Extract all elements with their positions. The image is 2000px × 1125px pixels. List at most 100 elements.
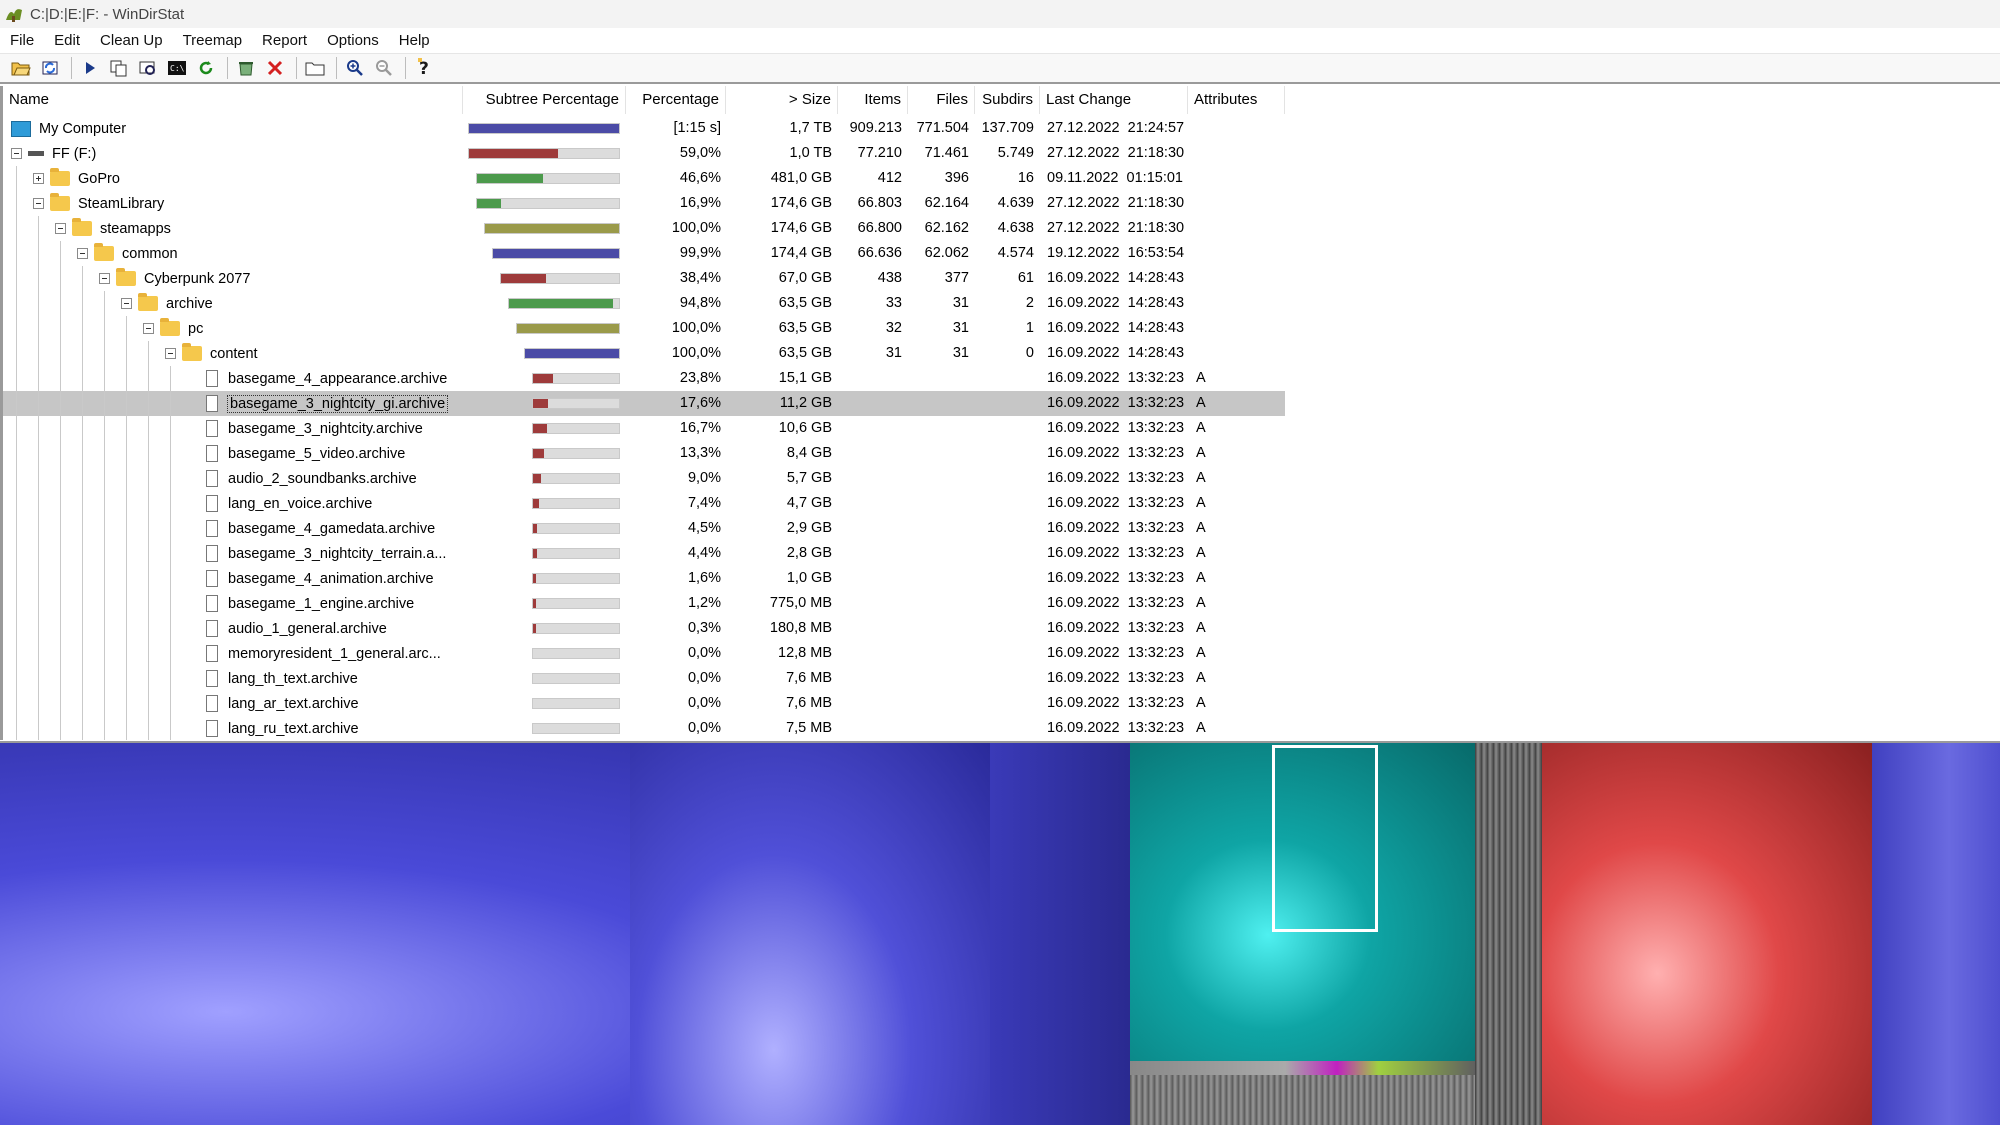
subdirs-cell [975,391,1034,416]
name-cell: archive [121,291,213,316]
attributes-cell [1196,241,1276,266]
subtree-percentage-bar [524,348,620,359]
table-row[interactable]: archive 94,8% 63,5 GB 33 31 2 16.09.2022 14:28… [3,291,1285,316]
menu-options[interactable]: Options [317,28,389,53]
drive-icon [28,151,44,156]
table-row[interactable]: FF (F:) 59,0% 1,0 TB 77.210 71.461 5.749 27.12… [3,141,1285,166]
delete-icon[interactable] [262,55,288,81]
subtree-percentage-fill [533,574,536,583]
tree-guide-line [82,266,83,740]
column-header-last-change[interactable]: Last Change [1040,86,1188,114]
table-row[interactable]: content 100,0% 63,5 GB 31 31 0 16.09.2022 14:2… [3,341,1285,366]
help-icon[interactable]: ? [411,55,437,81]
subtree-percentage-fill [533,599,536,608]
name-cell: basegame_4_gamedata.archive [187,516,435,541]
subdirs-cell: 0 [1025,345,1034,361]
percentage-cell: 59,0% [679,145,721,161]
subtree-percentage-bar [476,173,620,184]
table-row[interactable]: lang_ar_text.archive 0,0% 7,6 MB 16.09.2022… [3,691,1285,716]
menu-help[interactable]: Help [389,28,440,53]
collapse-icon[interactable] [33,198,44,209]
table-row[interactable]: memoryresident_1_general.arc... 0,0% 12,8 … [3,641,1285,666]
folder-icon [138,293,158,311]
table-row[interactable]: pc 100,0% 63,5 GB 32 31 1 16.09.2022 14:28:43 [3,316,1285,341]
treemap[interactable] [0,741,2000,1125]
folder-icon [160,318,180,336]
column-header-subtree-percentage[interactable]: Subtree Percentage [463,86,626,114]
table-row[interactable]: audio_2_soundbanks.archive 9,0% 5,7 GB 16.0… [3,466,1285,491]
table-row[interactable]: lang_en_voice.archive 7,4% 4,7 GB 16.09.202… [3,491,1285,516]
recycle-icon[interactable] [233,55,259,81]
new-folder-icon[interactable] [302,55,328,81]
items-cell [838,441,902,466]
size-cell: 174,4 GB [770,245,832,261]
column-header-size[interactable]: > Size [726,86,838,114]
collapse-icon[interactable] [121,298,132,309]
table-row[interactable]: GoPro 46,6% 481,0 GB 412 396 16 09.11.2022 01:… [3,166,1285,191]
open-icon[interactable] [8,55,34,81]
treemap-blue-region-2[interactable] [630,743,990,1125]
table-row[interactable]: common 99,9% 174,4 GB 66.636 62.062 4.574 19.1… [3,241,1285,266]
table-row[interactable]: basegame_4_animation.archive 1,6% 1,0 GB 16… [3,566,1285,591]
expand-icon[interactable] [33,173,44,184]
treemap-red-region[interactable] [1542,743,1872,1125]
column-header-items[interactable]: Items [838,86,908,114]
explorer-icon[interactable] [135,55,161,81]
play-icon[interactable] [77,55,103,81]
table-row[interactable]: lang_ru_text.archive 0,0% 7,5 MB 16.09.2022… [3,716,1285,740]
column-header-percentage[interactable]: Percentage [626,86,726,114]
collapse-icon[interactable] [165,348,176,359]
collapse-icon[interactable] [11,148,22,159]
menu-treemap[interactable]: Treemap [173,28,252,53]
table-row[interactable]: basegame_3_nightcity.archive 16,7% 10,6 GB… [3,416,1285,441]
subtree-percentage-fill [533,624,536,633]
treemap-blue-right-region[interactable] [1872,743,2000,1125]
table-row[interactable]: lang_th_text.archive 0,0% 7,6 MB 16.09.2022… [3,666,1285,691]
subtree-percentage-bar [532,373,620,384]
treemap-gray-bottom[interactable] [1130,1075,1475,1125]
zoom-out-icon[interactable] [371,55,397,81]
column-header-files[interactable]: Files [908,86,975,114]
table-row[interactable]: basegame_3_nightcity_gi.archive 17,6% 11,2… [3,391,1285,416]
collapse-icon[interactable] [99,273,110,284]
files-cell: 771.504 [916,120,969,136]
menu-edit[interactable]: Edit [44,28,90,53]
name-cell: SteamLibrary [33,191,164,216]
treemap-gray-region[interactable] [1475,743,1542,1125]
collapse-icon[interactable] [143,323,154,334]
column-header-subdirs[interactable]: Subdirs [975,86,1040,114]
last-change-cell: 16.09.2022 13:32:23 [1047,395,1185,411]
table-row[interactable]: basegame_3_nightcity_terrain.a... 4,4% 2,8… [3,541,1285,566]
table-row[interactable]: basegame_4_gamedata.archive 4,5% 2,9 GB 16.… [3,516,1285,541]
menu-file[interactable]: File [0,28,44,53]
subtree-percentage-bar [532,398,620,409]
zoom-in-icon[interactable] [342,55,368,81]
refresh-all-icon[interactable] [37,55,63,81]
table-row[interactable]: basegame_5_video.archive 13,3% 8,4 GB 16.09… [3,441,1285,466]
size-cell: 63,5 GB [778,345,832,361]
column-header-name[interactable]: Name [3,86,463,114]
item-name: steamapps [100,220,171,237]
copy-path-icon[interactable] [106,55,132,81]
table-row[interactable]: steamapps 100,0% 174,6 GB 66.800 62.162 4.638… [3,216,1285,241]
collapse-icon[interactable] [77,248,88,259]
menu-report[interactable]: Report [252,28,317,53]
refresh-icon[interactable] [193,55,219,81]
table-row[interactable]: basegame_1_engine.archive 1,2% 775,0 MB 16.… [3,591,1285,616]
table-row[interactable]: audio_1_general.archive 0,3% 180,8 MB 16.09… [3,616,1285,641]
tree-guide-line [16,166,17,740]
treemap-multicolor-strip[interactable] [1130,1061,1475,1075]
table-row[interactable]: SteamLibrary 16,9% 174,6 GB 66.803 62.164 4.6… [3,191,1285,216]
treemap-selection-highlight [1272,745,1378,932]
size-cell: 174,6 GB [770,195,832,211]
treemap-blue-region-3[interactable] [990,743,1130,1125]
item-name: basegame_3_nightcity_terrain.a... [228,545,447,562]
column-header-attributes[interactable]: Attributes [1188,86,1285,114]
table-row[interactable]: Cyberpunk 2077 38,4% 67,0 GB 438 377 61 16.09.… [3,266,1285,291]
table-row[interactable]: basegame_4_appearance.archive 23,8% 15,1 G… [3,366,1285,391]
attributes-cell [1196,141,1276,166]
collapse-icon[interactable] [55,223,66,234]
command-prompt-icon[interactable]: C:\ [164,55,190,81]
table-row[interactable]: My Computer [1:15 s] 1,7 TB 909.213 771.504 1… [3,116,1285,141]
menu-clean-up[interactable]: Clean Up [90,28,173,53]
